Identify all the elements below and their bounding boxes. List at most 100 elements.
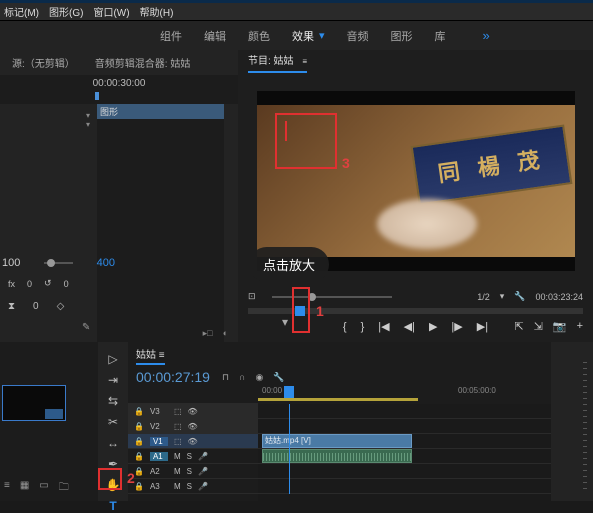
program-tab-menu-icon[interactable]: ≡ xyxy=(302,57,307,66)
freeform-view-icon[interactable]: ▭ xyxy=(39,480,48,497)
ws-tab-assembly[interactable]: 组件 xyxy=(160,28,182,44)
export-frame-icon[interactable]: 📷 xyxy=(553,320,567,333)
track-head-v1[interactable]: 🔒V1⬚👁 xyxy=(128,434,258,449)
track-head-a1[interactable]: 🔒A1MS🎤 xyxy=(128,449,258,464)
track-a3[interactable] xyxy=(258,479,551,494)
slip-tool-icon[interactable]: ↔ xyxy=(104,436,122,450)
stopwatch-icon[interactable]: ⧗ xyxy=(8,301,15,312)
icon-view-icon[interactable]: ▦ xyxy=(20,480,29,497)
lift-icon[interactable]: ⇱ xyxy=(514,320,523,333)
src-val0: 0 xyxy=(27,279,32,289)
timeline-ruler[interactable]: 00:00 00:05:00:0 xyxy=(258,384,551,404)
ws-tab-dropdown-icon: ▾ xyxy=(319,29,325,42)
src-timeline-icon[interactable]: ▸□ xyxy=(203,328,213,339)
fit-icon[interactable]: ⊡ xyxy=(248,291,256,302)
step-back-icon[interactable]: ◀| xyxy=(404,320,415,333)
track-head-a2[interactable]: 🔒A2MS🎤 xyxy=(128,464,258,479)
ws-tab-editing[interactable]: 编辑 xyxy=(204,28,226,44)
prog-zoom-value[interactable]: 1/2 xyxy=(477,292,490,302)
ruler-tick-1: 00:05:00:0 xyxy=(458,386,496,395)
marker-icon[interactable]: ◉ xyxy=(255,372,263,383)
track-head-v3[interactable]: 🔒V3⬚👁 xyxy=(128,404,258,419)
timeline-playhead[interactable] xyxy=(284,386,294,398)
reset-icon[interactable]: ↺ xyxy=(44,278,52,289)
ws-tab-effects-label: 效果 xyxy=(292,28,314,44)
clip-v1[interactable]: 姑姑.mp4 [V] xyxy=(262,434,412,448)
source-panel: 源:（无剪辑） 音频剪辑混合器: 姑姑 00:00:30:00 图形 ▾▾ 10… xyxy=(0,50,238,342)
ws-tab-audio[interactable]: 音频 xyxy=(347,28,369,44)
ws-tab-library[interactable]: 库 xyxy=(435,28,446,44)
extract-icon[interactable]: ⇲ xyxy=(534,320,543,333)
toggle-lock-icon[interactable]: 🔒 xyxy=(134,437,144,446)
track-select-tool-icon[interactable]: ⇥ xyxy=(104,373,122,387)
work-area-bar[interactable] xyxy=(258,398,418,401)
mark-in-icon[interactable]: { xyxy=(343,321,347,333)
toggle-lock-icon[interactable]: 🔒 xyxy=(134,467,144,476)
src-val0b: 0 xyxy=(64,279,69,289)
menu-mark[interactable]: 标记(M) xyxy=(4,4,39,19)
src-loop-icon[interactable]: ◐ xyxy=(223,328,228,338)
ripple-tool-icon[interactable]: ⇆ xyxy=(104,394,122,408)
go-in-icon[interactable]: |◀ xyxy=(378,320,389,333)
go-out-icon[interactable]: ▶| xyxy=(477,320,488,333)
new-bin-icon[interactable]: 🗀 xyxy=(59,480,69,497)
razor-tool-icon[interactable]: ✂ xyxy=(104,415,122,429)
play-icon[interactable]: ▶ xyxy=(429,320,437,333)
pen-tool-icon[interactable]: ✎ xyxy=(82,322,94,333)
src-valp: 0 xyxy=(33,301,39,312)
snap-icon[interactable]: ⊓ xyxy=(222,372,229,383)
src-zoom-slider[interactable] xyxy=(44,262,72,264)
project-thumbnail[interactable] xyxy=(2,385,66,421)
toggle-lock-icon[interactable]: 🔒 xyxy=(134,422,144,431)
track-area[interactable]: 00:00 00:05:00:0 姑姑.mp4 [V] xyxy=(258,384,551,501)
ws-tab-graphics[interactable]: 图形 xyxy=(391,28,413,44)
timeline-timecode[interactable]: 00:00:27:19 xyxy=(136,369,210,385)
timeline-tab-label: 姑姑 xyxy=(136,350,156,361)
in-point-marker[interactable] xyxy=(95,92,99,100)
source-track-area xyxy=(97,119,224,342)
ws-tab-more-icon[interactable]: » xyxy=(483,28,490,43)
track-head-v2[interactable]: 🔒V2⬚👁 xyxy=(128,419,258,434)
track-v2[interactable] xyxy=(258,419,551,434)
mark-out-icon[interactable]: } xyxy=(361,321,365,333)
keyframe-nav-icon[interactable]: ◇ xyxy=(57,301,65,312)
video-sign: 同 楊 茂 xyxy=(410,125,572,206)
track-v1[interactable]: 姑姑.mp4 [V] xyxy=(258,434,551,449)
toggle-lock-icon[interactable]: 🔒 xyxy=(134,452,144,461)
selection-tool-icon[interactable]: ▷ xyxy=(104,352,122,366)
settings-wrench-icon[interactable]: 🔧 xyxy=(514,291,525,302)
button-editor-icon[interactable]: + xyxy=(577,320,583,333)
menu-help[interactable]: 帮助(H) xyxy=(140,4,174,19)
linked-sel-icon[interactable]: ∩ xyxy=(239,372,245,383)
prog-zoom-slider[interactable] xyxy=(272,296,392,298)
annotation-box-3 xyxy=(275,113,337,169)
project-thumb-badge xyxy=(45,409,63,419)
ws-tab-color[interactable]: 颜色 xyxy=(248,28,270,44)
source-clip-bar[interactable]: 图形 xyxy=(97,104,224,119)
source-tab-noclip[interactable]: 源:（无剪辑） xyxy=(12,55,75,70)
project-panel: ≡ ▦ ▭ 🗀 xyxy=(0,342,98,501)
track-v3[interactable] xyxy=(258,404,551,419)
track-a2[interactable] xyxy=(258,464,551,479)
menu-window[interactable]: 窗口(W) xyxy=(93,4,129,19)
track-head-a3[interactable]: 🔒A3MS🎤 xyxy=(128,479,258,494)
list-view-icon[interactable]: ≡ xyxy=(4,480,10,497)
prog-zoom-drop-icon[interactable]: ▾ xyxy=(500,291,505,302)
tl-settings-icon[interactable]: 🔧 xyxy=(273,372,284,383)
toggle-lock-icon[interactable]: 🔒 xyxy=(134,482,144,491)
timeline-tab-menu-icon[interactable]: ≡ xyxy=(159,350,165,361)
fx-icon[interactable]: fx xyxy=(8,279,15,289)
collapse-icon[interactable]: ▾▾ xyxy=(86,111,90,129)
menu-graphic[interactable]: 图形(G) xyxy=(49,4,83,19)
clip-a1[interactable] xyxy=(262,449,412,463)
step-fwd-icon[interactable]: |▶ xyxy=(451,320,462,333)
program-tab[interactable]: 节目: 姑姑 ≡ xyxy=(248,52,307,73)
toggle-lock-icon[interactable]: 🔒 xyxy=(134,407,144,416)
source-ruler[interactable] xyxy=(0,92,238,104)
track-a1[interactable] xyxy=(258,449,551,464)
type-tool-icon[interactable]: T xyxy=(104,499,122,513)
source-tab-audiomixer[interactable]: 音频剪辑混合器: 姑姑 xyxy=(95,55,191,70)
ruler-tick-0: 00:00 xyxy=(262,386,282,395)
ws-tab-effects[interactable]: 效果 ▾ xyxy=(292,28,325,44)
timeline-tab[interactable]: 姑姑 ≡ xyxy=(136,346,165,365)
